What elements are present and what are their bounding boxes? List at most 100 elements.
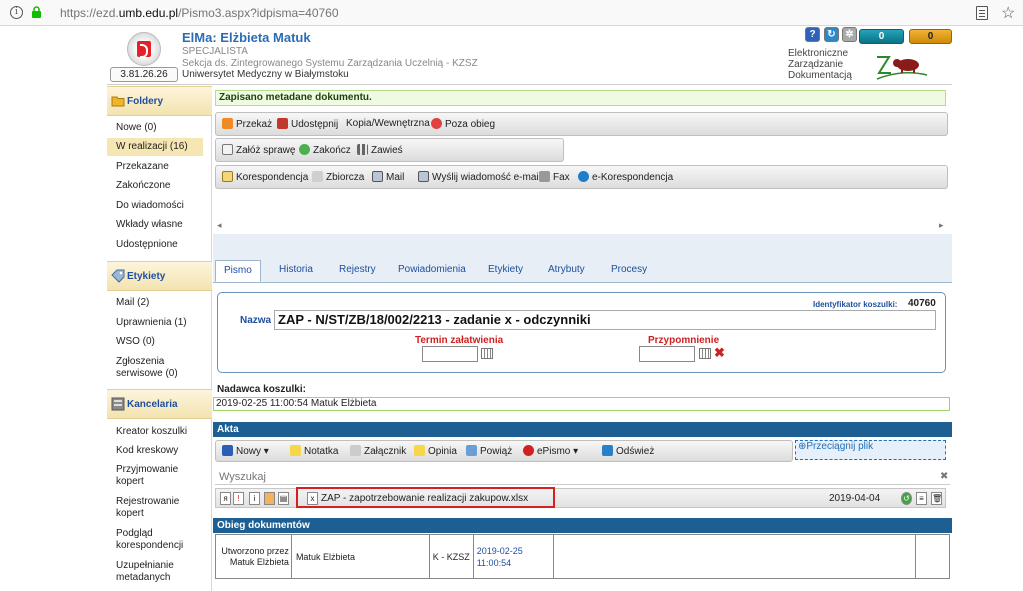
help-icon[interactable]: ? <box>805 27 820 42</box>
search-input[interactable] <box>215 469 950 485</box>
nowy-dropdown-button[interactable]: Nowy ▾ <box>222 445 269 457</box>
przekaz-button[interactable]: Przekaż <box>222 118 272 130</box>
sidebar-item-zgloszenia[interactable]: Zgłoszenia serwisowe (0) <box>116 356 192 380</box>
sidebar-item-mail[interactable]: Mail (2) <box>116 297 212 309</box>
tag-icon <box>111 269 125 283</box>
trash-icon[interactable]: 🗑 <box>931 492 942 505</box>
notatka-button[interactable]: Notatka <box>290 445 338 457</box>
mail-send-icon <box>418 171 429 182</box>
reminder-label: Przypomnienie <box>648 335 720 346</box>
sync-icon[interactable]: ↺ <box>901 492 912 505</box>
zalacznik-button[interactable]: Załącznik <box>350 445 406 457</box>
sidebar-section-title: Etykiety <box>127 271 166 282</box>
scroll-left-icon[interactable]: ◂ <box>217 220 222 231</box>
user-title[interactable]: ElMa: Elżbieta Matuk <box>182 30 311 45</box>
toolbar-correspondence: Korespondencja Zbiorcza Mail Wyślij wiad… <box>215 165 948 189</box>
kopia-wewnetrzna-button[interactable]: Kopia/Wewnętrzna <box>346 118 430 129</box>
settings-gear-icon[interactable]: ✲ <box>842 27 857 42</box>
word-doc-icon <box>222 445 233 456</box>
lock-file-icon[interactable]: я <box>220 492 231 505</box>
tab-historia[interactable]: Historia <box>271 260 321 282</box>
file-name-link[interactable]: ZAP - zapotrzebowanie realizacji zakupow… <box>321 493 528 504</box>
clear-search-icon[interactable]: ✖ <box>940 471 948 482</box>
pdf-icon[interactable]: ! <box>233 492 244 505</box>
reader-view-icon[interactable] <box>976 6 988 20</box>
tab-procesy[interactable]: Procesy <box>603 260 655 282</box>
flow-created-cell: Utworzono przez Matuk Elżbieta <box>215 534 292 579</box>
print-icon[interactable]: ▤ <box>278 492 289 505</box>
tab-etykiety[interactable]: Etykiety <box>480 260 531 282</box>
counter-badge-orange[interactable]: 0 <box>909 29 952 44</box>
sidebar-section-labels[interactable]: Etykiety <box>107 261 212 291</box>
fax-button[interactable]: Fax <box>539 171 570 183</box>
cabinet-icon <box>111 397 125 411</box>
clear-x-icon[interactable]: ✖ <box>714 345 725 361</box>
korespondencja-button[interactable]: Korespondencja <box>222 171 308 183</box>
sidebar-item-uprawnienia[interactable]: Uprawnienia (1) <box>116 317 212 329</box>
mail-button[interactable]: Mail <box>372 171 404 183</box>
name-field[interactable]: ZAP - N/ST/ZB/18/002/2213 - zadanie x - … <box>274 310 936 330</box>
poza-obieg-button[interactable]: Poza obieg <box>431 118 495 130</box>
info-icon[interactable]: i <box>10 6 23 19</box>
sender-label: Nadawca koszulki: <box>217 384 306 395</box>
ezd-logo-icon[interactable] <box>127 32 161 66</box>
deadline-label: Termin załatwienia <box>415 335 504 346</box>
tab-atrybuty[interactable]: Atrybuty <box>540 260 593 282</box>
bookmark-star-icon[interactable]: ☆ <box>1001 3 1015 23</box>
zawies-button[interactable]: Zawieś <box>357 144 403 156</box>
sidebar-item-rejestrowanie-kopert[interactable]: Rejestrowanie kopert <box>116 496 192 520</box>
sidebar-item-przekazane[interactable]: Przekazane <box>116 161 212 173</box>
sidebar-item-udostepnione[interactable]: Udostępnione <box>116 239 212 251</box>
sender-value: 2019-02-25 11:00:54 Matuk Elżbieta <box>213 397 950 411</box>
wyslij-email-button[interactable]: Wyślij wiadomość e-mail <box>418 171 541 183</box>
drag-drop-zone[interactable]: ⊕Przeciągnij plik <box>795 440 946 460</box>
zaloz-sprawe-button[interactable]: Załóż sprawę <box>222 144 295 156</box>
epismo-dropdown-button[interactable]: ePismo ▾ <box>523 445 578 457</box>
sidebar-item-kreator-koszulki[interactable]: Kreator koszulki <box>116 426 212 438</box>
counter-badge-blue[interactable]: 0 <box>859 29 904 44</box>
sidebar-item-zakonczone[interactable]: Zakończone <box>116 180 212 192</box>
user-university: Uniwersytet Medyczny w Białymstoku <box>182 69 349 80</box>
flow-date-cell: 2019-02-25 11:00:54 <box>472 534 554 579</box>
list-icon[interactable]: ≡ <box>916 492 927 505</box>
folder-icon <box>111 96 125 107</box>
sidebar-item-do-wiadomosci[interactable]: Do wiadomości <box>116 200 212 212</box>
zbiorcza-button[interactable]: Zbiorcza <box>312 171 364 183</box>
zakoncz-button[interactable]: Zakończ <box>299 144 351 156</box>
toolbar-case: Załóż sprawę Zakończ Zawieś <box>215 138 564 162</box>
scroll-right-icon[interactable]: ▸ <box>939 220 944 231</box>
powiaz-button[interactable]: Powiąż <box>466 445 512 457</box>
sidebar-item-kod-kreskowy[interactable]: Kod kreskowy <box>116 445 212 457</box>
sidebar-section-office[interactable]: Kancelaria <box>107 389 212 419</box>
sidebar-item-podglad-korespondencji[interactable]: Podgląd korespondencji <box>116 528 192 552</box>
sidebar: Foldery Nowe (0) W realizacji (16) Przek… <box>107 86 212 591</box>
refresh-icon[interactable]: ↻ <box>824 27 839 42</box>
calendar-icon[interactable] <box>699 348 711 359</box>
e-globe-icon <box>578 171 589 182</box>
tab-pismo[interactable]: Pismo <box>215 260 261 282</box>
url-text[interactable]: https://ezd.umb.edu.pl/Pismo3.aspx?idpis… <box>60 6 339 20</box>
flow-person-cell: Matuk Elżbieta <box>290 534 430 579</box>
calendar-icon[interactable] <box>481 348 493 359</box>
sidebar-item-nowe[interactable]: Nowe (0) <box>116 122 212 134</box>
odswiez-button[interactable]: Odśwież <box>602 445 654 457</box>
stamp-icon[interactable] <box>264 492 275 505</box>
sidebar-item-w-realizacji[interactable]: W realizacji (16) <box>107 138 203 156</box>
reminder-field[interactable] <box>639 346 695 362</box>
info-file-icon[interactable]: i <box>249 492 260 505</box>
sidebar-item-wklady-wlasne[interactable]: Wkłady własne <box>116 219 212 231</box>
opinia-button[interactable]: Opinia <box>414 445 457 457</box>
tab-rejestry[interactable]: Rejestry <box>331 260 384 282</box>
e-korespondencja-button[interactable]: e-Korespondencja <box>578 171 673 183</box>
sidebar-item-wso[interactable]: WSO (0) <box>116 336 212 348</box>
deadline-field[interactable] <box>422 346 478 362</box>
envelope-icon <box>222 171 233 182</box>
udostepnij-button[interactable]: Udostępnij <box>277 118 338 130</box>
sidebar-item-uzupelnianie-metadanych[interactable]: Uzupełnianie metadanych <box>116 560 192 584</box>
sidebar-section-folders[interactable]: Foldery <box>107 86 212 116</box>
user-role: SPECJALISTA <box>182 46 248 57</box>
browser-address-bar[interactable]: i https://ezd.umb.edu.pl/Pismo3.aspx?idp… <box>0 0 1023 26</box>
tab-powiadomienia[interactable]: Powiadomienia <box>390 260 474 282</box>
sidebar-item-przyjmowanie-kopert[interactable]: Przyjmowanie kopert <box>116 464 192 488</box>
lock-icon <box>32 6 41 18</box>
